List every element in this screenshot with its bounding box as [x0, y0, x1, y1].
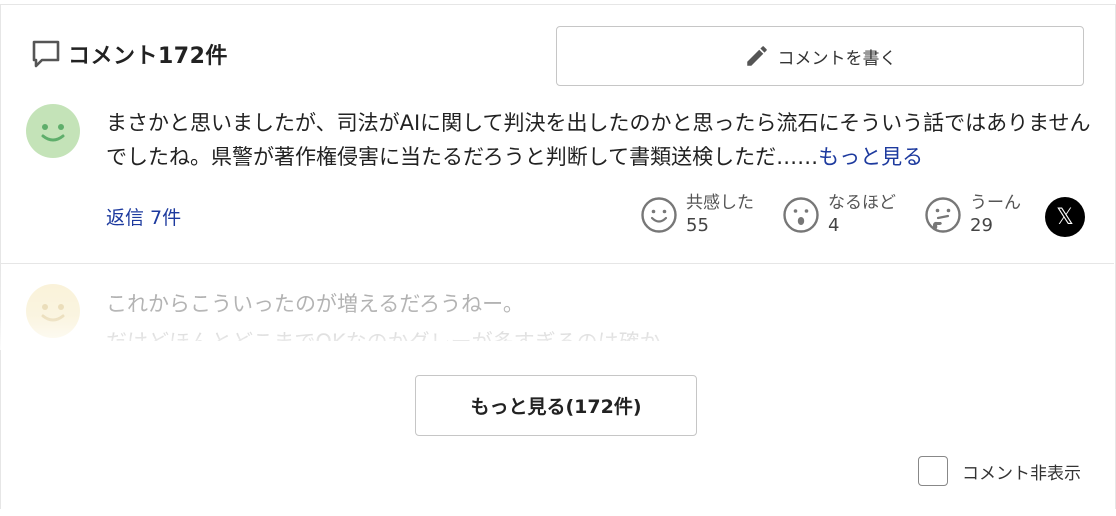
reaction-label: 共感した — [686, 193, 754, 213]
reaction-label: うーん — [970, 193, 1021, 213]
reaction-count: 4 — [828, 215, 840, 236]
comment-text: まさかと思いましたが、司法がAIに関して判決を出したのかと思ったら流石にそういう… — [106, 111, 1091, 169]
reply-link[interactable]: 返信 7件 — [106, 203, 181, 230]
x-logo-icon: 𝕏 — [1056, 204, 1074, 230]
reaction-label: なるほど — [828, 193, 896, 213]
hide-comments-checkbox[interactable] — [918, 456, 948, 486]
reaction-count: 29 — [970, 215, 993, 236]
comment-preview-text-faded: だけどほんとどこまでOKなのかグレーが多すぎるのは確か。 — [106, 325, 681, 341]
hide-comments-toggle[interactable]: コメント非表示 — [918, 456, 1081, 486]
smile-face-icon — [640, 196, 678, 234]
thinking-face-icon — [924, 196, 962, 234]
avatar[interactable] — [26, 104, 80, 158]
comment-body: まさかと思いましたが、司法がAIに関して判決を出したのかと思ったら流石にそういう… — [106, 106, 1091, 174]
write-comment-label: コメントを書く — [777, 48, 897, 69]
hide-comments-label: コメント非表示 — [962, 463, 1081, 484]
reaction-empathize-button[interactable]: 共感した 55 — [640, 192, 754, 238]
read-more-link[interactable]: もっと見る — [818, 145, 923, 169]
comment-header: コメント172件 — [30, 38, 228, 70]
comment-count-title: コメント172件 — [68, 44, 228, 69]
reaction-hmm-button[interactable]: うーん 29 — [924, 192, 1021, 238]
reaction-count: 55 — [686, 215, 709, 236]
write-comment-button[interactable]: コメントを書く — [556, 26, 1084, 86]
comment-preview-text: これからこういったのが増えるだろうねー。 — [106, 292, 524, 316]
comment-bubble-icon — [30, 38, 62, 70]
pencil-icon — [744, 43, 770, 69]
avatar — [26, 284, 80, 338]
surprised-face-icon — [782, 196, 820, 234]
share-x-button[interactable]: 𝕏 — [1045, 197, 1085, 237]
divider — [0, 263, 1114, 264]
show-more-comments-button[interactable]: もっと見る(172件) — [415, 375, 697, 436]
reaction-insight-button[interactable]: なるほど 4 — [782, 192, 896, 238]
